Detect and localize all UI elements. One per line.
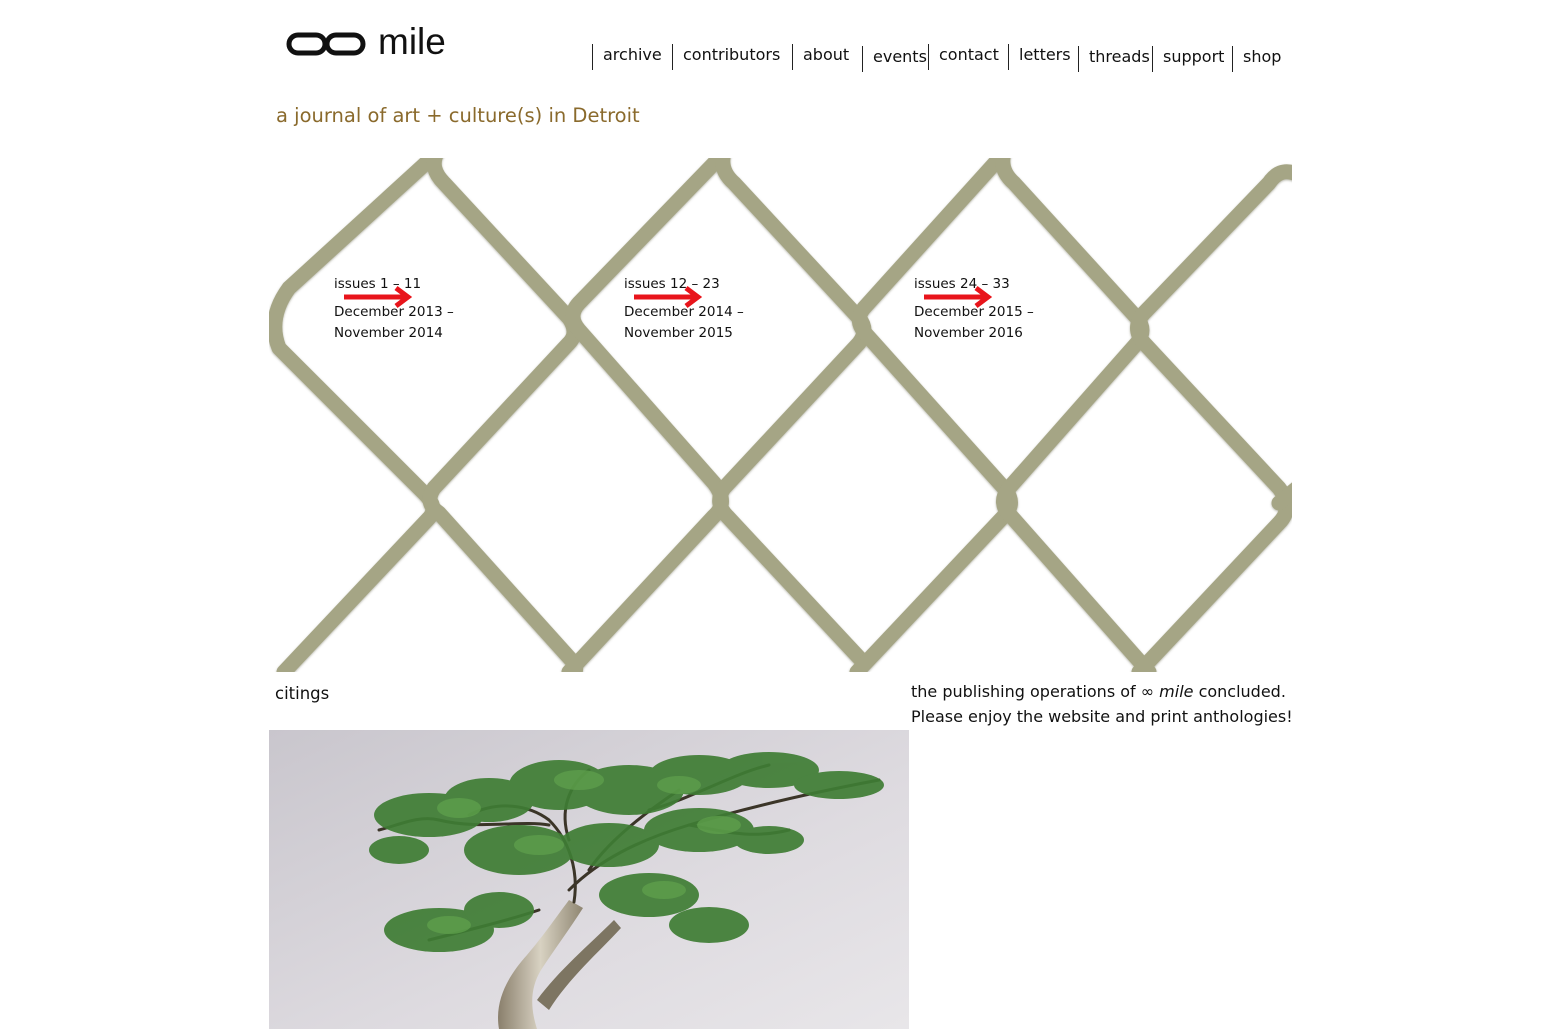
logo-text: mile [378, 20, 446, 62]
closing-notice: the publishing operations of ∞ mile conc… [911, 679, 1301, 729]
nav-about[interactable]: about [792, 44, 849, 70]
nav-contributors[interactable]: contributors [672, 44, 780, 70]
bonsai-tree-image[interactable] [269, 730, 909, 1029]
infinity-logo-icon [286, 32, 366, 56]
notice-line2: Please enjoy the website and print antho… [911, 707, 1293, 726]
notice-text-before: the publishing operations of [911, 682, 1141, 701]
citings-link[interactable]: citings [275, 684, 329, 703]
nav-threads[interactable]: threads [1078, 46, 1150, 72]
issue-group-2[interactable]: issues 12 – 23 December 2014 – November … [624, 276, 824, 344]
nav-shop[interactable]: shop [1232, 46, 1281, 72]
issue-group-1[interactable]: issues 1 – 11 December 2013 – November 2… [334, 276, 534, 344]
issue-dates: December 2013 – November 2014 [334, 304, 454, 341]
nav-support[interactable]: support [1152, 46, 1224, 72]
notice-text-after: concluded. [1193, 682, 1286, 701]
tree-illustration [269, 730, 909, 1029]
issue-group-3[interactable]: issues 24 – 33 December 2015 – November … [914, 276, 1114, 344]
nav-letters[interactable]: letters [1008, 44, 1071, 70]
site-logo[interactable]: mile [286, 22, 446, 66]
notice-emphasis: ∞ mile [1140, 682, 1194, 701]
issue-dates: December 2015 – November 2016 [914, 304, 1034, 341]
nav-contact[interactable]: contact [928, 44, 999, 70]
nav-events[interactable]: events [862, 46, 927, 72]
issue-dates: December 2014 – November 2015 [624, 304, 744, 341]
right-arrow-icon[interactable] [634, 286, 704, 308]
hero-fence-banner: issues 1 – 11 December 2013 – November 2… [269, 158, 1292, 672]
right-arrow-icon[interactable] [344, 286, 414, 308]
nav-archive[interactable]: archive [592, 44, 662, 70]
right-arrow-icon[interactable] [924, 286, 994, 308]
tagline: a journal of art + culture(s) in Detroit [276, 104, 640, 127]
chain-link-fence-image [269, 158, 1292, 672]
